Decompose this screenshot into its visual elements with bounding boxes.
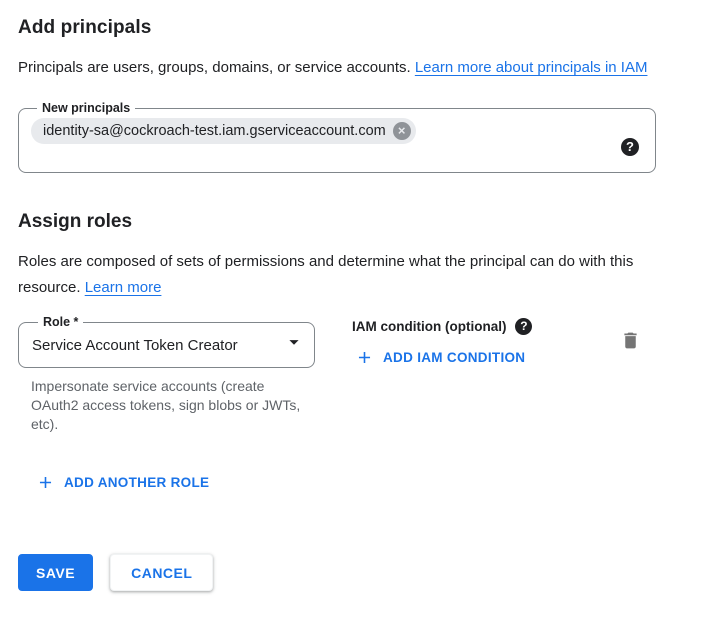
role-select-label: Role * [38,315,83,330]
help-icon[interactable]: ? [515,318,532,335]
add-another-role-button[interactable]: ADD ANOTHER ROLE [36,473,209,492]
help-icon[interactable]: ? [621,138,639,156]
role-select-value-row[interactable]: Service Account Token Creator [32,331,305,358]
save-button[interactable]: SAVE [18,554,93,591]
role-select-value: Service Account Token Creator [32,335,238,354]
close-icon: × [398,122,406,140]
role-row: Role * Service Account Token Creator Imp… [18,315,695,434]
learn-more-roles-link[interactable]: Learn more [85,279,162,296]
principals-description-text: Principals are users, groups, domains, o… [18,59,415,76]
assign-roles-title: Assign roles [18,211,695,233]
principals-description: Principals are users, groups, domains, o… [18,55,670,81]
principal-chip: identity-sa@cockroach-test.iam.gservicea… [31,118,416,144]
cancel-button[interactable]: CANCEL [110,554,213,591]
plus-icon [36,473,55,492]
principal-chip-text: identity-sa@cockroach-test.iam.gservicea… [43,123,386,139]
add-principals-panel: Add principals Principals are users, gro… [0,0,713,591]
chevron-down-icon [283,331,305,358]
iam-condition-column: IAM condition (optional) ? ADD IAM CONDI… [352,315,532,372]
add-another-role-label: ADD ANOTHER ROLE [64,475,209,490]
role-select[interactable]: Role * Service Account Token Creator [18,315,315,368]
actions-row: SAVE CANCEL [18,554,695,591]
add-iam-condition-button[interactable]: ADD IAM CONDITION [355,348,525,367]
trash-icon [620,330,641,354]
roles-description: Roles are composed of sets of permission… [18,249,670,301]
learn-more-principals-link[interactable]: Learn more about principals in IAM [415,59,648,76]
role-helper-text: Impersonate service accounts (create OAu… [31,377,313,434]
plus-icon [355,348,374,367]
add-principals-title: Add principals [18,17,695,39]
role-column: Role * Service Account Token Creator Imp… [18,315,315,434]
chip-remove-button[interactable]: × [393,122,411,140]
delete-role-button[interactable] [620,330,641,354]
new-principals-field[interactable]: New principals identity-sa@cockroach-tes… [18,101,656,173]
new-principals-label: New principals [37,101,135,116]
add-iam-condition-label: ADD IAM CONDITION [383,350,525,365]
iam-condition-label: IAM condition (optional) [352,319,506,334]
iam-condition-label-row: IAM condition (optional) ? [352,318,532,335]
